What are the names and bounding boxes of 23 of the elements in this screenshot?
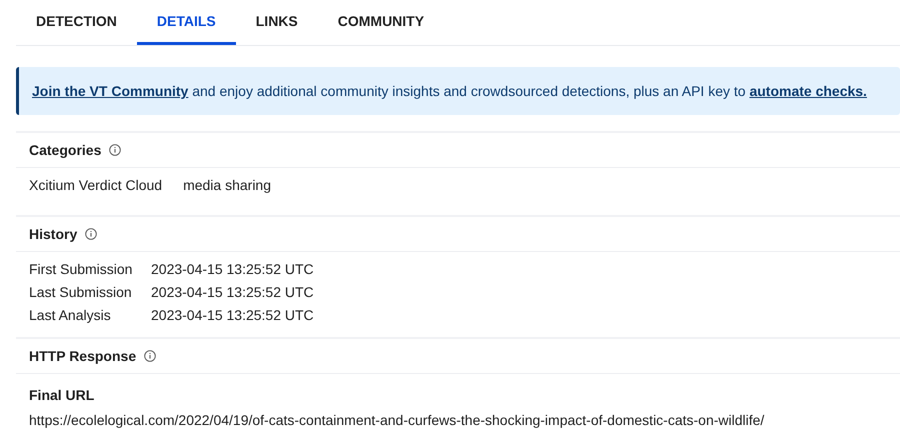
category-label: media sharing bbox=[183, 177, 271, 195]
banner-text: Join the VT Community and enjoy additional community insights and crowdsourced detections, plus an API key to automate checks. bbox=[32, 83, 867, 99]
community-link[interactable]: Join the VT Community bbox=[32, 83, 188, 99]
tab[interactable]: DETAILS bbox=[136, 0, 236, 45]
info-icon[interactable] bbox=[144, 350, 156, 362]
field-label: Final URL bbox=[29, 387, 96, 403]
history-label: Last Submission bbox=[29, 284, 133, 300]
tab[interactable]: COMMUNITY bbox=[318, 0, 444, 45]
history-date: 2023-04-15 13:25:52 UTC bbox=[151, 261, 314, 277]
info-icon[interactable] bbox=[85, 228, 98, 240]
section-title: Categories bbox=[29, 142, 102, 158]
final-url: https://ecolelogical.com/2022/04/19/of-cats-containment-and-curfews-the-shocking-impact-of-domestic-cats-on-wildlife/ bbox=[29, 412, 766, 428]
automate-link[interactable]: automate checks. bbox=[749, 83, 867, 99]
section-title: HTTP Response bbox=[29, 348, 136, 364]
tab[interactable]: LINKS bbox=[236, 0, 318, 45]
history-label: Last Analysis bbox=[29, 307, 112, 323]
section-title: History bbox=[29, 226, 78, 242]
info-icon[interactable] bbox=[109, 144, 122, 156]
category-label: Xcitium Verdict Cloud bbox=[29, 177, 162, 195]
history-label: First Submission bbox=[29, 261, 134, 277]
tab[interactable]: DETECTION bbox=[16, 0, 137, 45]
history-date: 2023-04-15 13:25:52 UTC bbox=[151, 307, 314, 323]
history-date: 2023-04-15 13:25:52 UTC bbox=[151, 284, 314, 300]
